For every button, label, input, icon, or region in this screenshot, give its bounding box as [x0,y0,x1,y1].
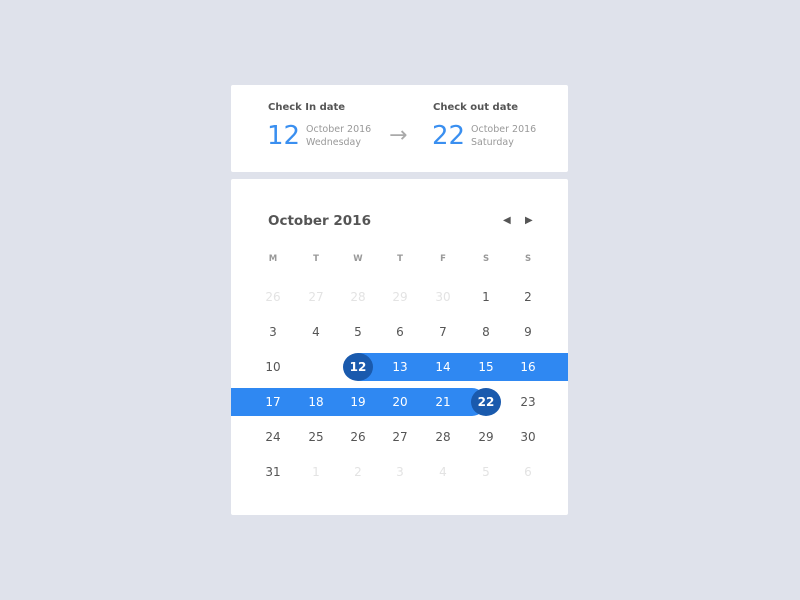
calendar-day[interactable]: 3 [385,458,415,486]
calendar-day[interactable]: 20 [385,388,415,416]
calendar-day[interactable]: 29 [471,423,501,451]
arrow-right-icon: → [389,123,408,148]
calendar-day[interactable]: 13 [385,353,415,381]
selected-day[interactable]: 12 [343,353,373,381]
calendar-day[interactable]: 15 [471,353,501,381]
weekday-header: T [397,254,403,264]
weekday-header: T [313,254,319,264]
calendar-day[interactable]: 30 [513,423,543,451]
calendar-day[interactable]: 14 [428,353,458,381]
weekday-header: M [268,254,278,264]
checkout-month: October 2016 [471,124,537,135]
caret-right-icon[interactable]: ▶ [525,215,533,226]
calendar-day[interactable]: 4 [428,458,458,486]
calendar-day[interactable]: 24 [258,423,288,451]
date-summary-card: Check In date 12 October 2016 Wednesday … [231,85,568,172]
calendar-day[interactable]: 31 [258,458,288,486]
calendar-day[interactable]: 3 [258,318,288,346]
calendar-day[interactable]: 2 [513,283,543,311]
calendar-day[interactable]: 23 [513,388,543,416]
calendar-day [301,353,331,381]
checkout-label: Check out date [433,102,519,113]
weekday-header: S [524,254,532,264]
calendar-day[interactable]: 28 [428,423,458,451]
calendar-day[interactable]: 8 [471,318,501,346]
calendar-day[interactable]: 28 [343,283,373,311]
checkin-label: Check In date [268,102,346,113]
calendar-day[interactable]: 29 [385,283,415,311]
calendar-day[interactable]: 1 [301,458,331,486]
caret-left-icon[interactable]: ◀ [503,215,511,226]
calendar-day[interactable]: 27 [385,423,415,451]
weekday-header: S [482,254,490,264]
calendar-day[interactable]: 10 [258,353,288,381]
calendar-day[interactable]: 25 [301,423,331,451]
calendar-day[interactable]: 16 [513,353,543,381]
checkin-month: October 2016 [306,124,372,135]
calendar-day[interactable]: 5 [471,458,501,486]
selected-day[interactable]: 22 [471,388,501,416]
calendar-day[interactable]: 21 [428,388,458,416]
calendar-day[interactable]: 26 [258,283,288,311]
checkout-weekday: Saturday [471,137,514,148]
calendar-day[interactable]: 27 [301,283,331,311]
calendar-day[interactable]: 1 [471,283,501,311]
calendar-day[interactable]: 9 [513,318,543,346]
calendar-day[interactable]: 19 [343,388,373,416]
calendar-day[interactable]: 26 [343,423,373,451]
calendar-day[interactable]: 6 [385,318,415,346]
checkin-day[interactable]: 12 [267,121,300,151]
checkout-day[interactable]: 22 [432,121,465,151]
month-title: October 2016 [268,213,371,229]
calendar-day[interactable]: 18 [301,388,331,416]
calendar-day[interactable]: 17 [258,388,288,416]
calendar-day[interactable]: 7 [428,318,458,346]
calendar-day[interactable]: 6 [513,458,543,486]
calendar-day[interactable]: 5 [343,318,373,346]
weekday-header: F [440,254,446,264]
checkin-weekday: Wednesday [306,137,362,148]
calendar-card: October 2016 ◀ ▶ M T W T F S S 26 27 28 29 30 1 2 3 4 5 6… [231,179,568,515]
calendar-day[interactable]: 2 [343,458,373,486]
calendar-day[interactable]: 4 [301,318,331,346]
calendar-day[interactable]: 30 [428,283,458,311]
weekday-header: W [353,254,363,264]
